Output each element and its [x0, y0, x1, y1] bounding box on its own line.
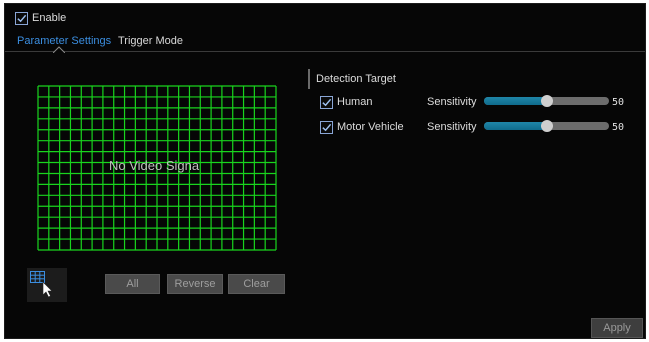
tab-bar: Parameter Settings Trigger Mode	[5, 30, 645, 53]
section-divider	[308, 69, 310, 89]
clear-button[interactable]: Clear	[228, 274, 285, 294]
motor-vehicle-sensitivity-label: Sensitivity	[427, 121, 477, 133]
enable-label: Enable	[32, 12, 67, 24]
motor-vehicle-checkbox[interactable]: Motor Vehicle	[320, 120, 404, 134]
human-sensitivity-slider[interactable]	[484, 95, 609, 107]
motor-vehicle-sensitivity-value: 50	[612, 122, 625, 133]
human-checkbox[interactable]: Human	[320, 95, 372, 109]
slider-thumb[interactable]	[540, 95, 553, 107]
apply-button[interactable]: Apply	[591, 318, 643, 338]
draw-area-tool-icon[interactable]	[27, 268, 67, 302]
reverse-button[interactable]: Reverse	[167, 274, 223, 294]
human-sensitivity-value: 50	[612, 97, 625, 108]
motor-vehicle-sensitivity-slider[interactable]	[484, 120, 609, 132]
enable-checkbox[interactable]: Enable	[15, 11, 66, 25]
checkbox-checked-icon	[15, 11, 28, 25]
select-all-button[interactable]: All	[105, 274, 160, 294]
no-video-signal-text: No Video Signa	[109, 158, 200, 173]
checkbox-checked-icon	[320, 95, 333, 109]
human-sensitivity-label: Sensitivity	[427, 96, 477, 108]
slider-fill	[484, 97, 547, 105]
detection-area-grid[interactable]: No Video Signa	[37, 85, 277, 251]
tab-trigger-mode[interactable]: Trigger Mode	[118, 35, 183, 47]
human-label: Human	[337, 96, 373, 108]
slider-fill	[484, 122, 547, 130]
detection-target-title: Detection Target	[316, 73, 396, 85]
motor-vehicle-label: Motor Vehicle	[337, 121, 404, 133]
slider-thumb[interactable]	[540, 120, 553, 132]
active-tab-caret-icon	[53, 46, 65, 53]
settings-panel: Enable Parameter Settings Trigger Mode N…	[4, 3, 646, 339]
checkbox-checked-icon	[320, 120, 333, 134]
